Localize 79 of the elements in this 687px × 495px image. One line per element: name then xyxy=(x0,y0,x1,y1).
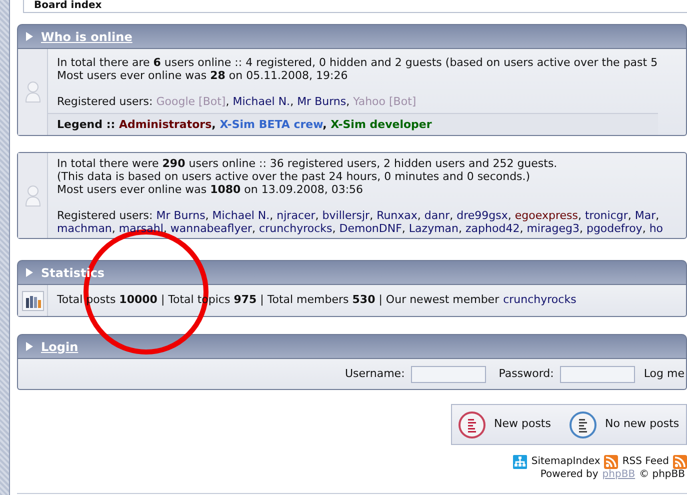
legend-label: Legend :: xyxy=(57,118,116,131)
comma: , xyxy=(520,222,524,235)
group-link[interactable]: X-Sim developer xyxy=(330,118,432,131)
password-field[interactable] xyxy=(560,366,635,382)
comma: , xyxy=(656,209,660,222)
no-new-posts-icon xyxy=(568,410,597,438)
legend-text: No new posts xyxy=(604,416,680,432)
username-link[interactable]: DemonDNF xyxy=(339,222,402,235)
comma: , xyxy=(417,209,421,222)
username-link[interactable]: wannabeaflyer xyxy=(170,222,252,235)
comma: , xyxy=(315,209,319,222)
username-field[interactable] xyxy=(410,366,486,382)
comma: , xyxy=(508,209,512,222)
comma: , xyxy=(252,222,256,235)
rss-icon xyxy=(673,455,687,469)
triangle-icon xyxy=(26,342,33,351)
legend-text: New posts xyxy=(494,416,551,432)
comma: , xyxy=(402,222,406,235)
username-link[interactable]: pgodefroy xyxy=(586,222,642,235)
person-icon xyxy=(24,81,40,103)
username-link[interactable]: Mar xyxy=(634,209,656,222)
copyright-text: © phpBB xyxy=(639,469,685,481)
username-link[interactable]: crunchyrocks xyxy=(259,222,332,235)
username-link[interactable]: egoexpress xyxy=(514,209,578,222)
registered-users-label: Registered users: xyxy=(57,209,153,222)
comma: , xyxy=(112,222,116,235)
info-text: In total there were 290 users online :: 36 registered users, 2 hidden users and 252 guests. xyxy=(57,157,558,170)
username-link[interactable]: bvillersjr xyxy=(322,209,370,222)
username-link[interactable]: Runxax xyxy=(376,209,418,222)
username-link[interactable]: ho xyxy=(649,222,664,235)
info-text: Most users ever online was 28 on 05.11.2008, 19:26 xyxy=(57,69,349,82)
sitemap-link[interactable]: SitemapIndex xyxy=(531,456,600,468)
username-link[interactable]: Mr Burns xyxy=(297,95,346,108)
info-text: (This data is based on users active over the past 24 hours, 0 minutes and 0 seconds.) xyxy=(57,170,532,183)
comma: , xyxy=(290,95,294,108)
rss-feed-link[interactable]: RSS Feed xyxy=(622,456,669,468)
info-text: In total there are 6 users online :: 4 registered, 0 hidden and 2 guests (based on users active over the past 5 xyxy=(57,56,658,69)
username-label: Username: xyxy=(345,366,405,382)
username-link[interactable]: danr xyxy=(424,209,450,222)
comma: , xyxy=(450,209,454,222)
username-link[interactable]: mirageg3 xyxy=(526,222,580,235)
comma: , xyxy=(628,209,632,222)
comma: , xyxy=(212,118,216,131)
info-text: Most users ever online was 1080 on 13.09.2008, 03:56 xyxy=(57,183,364,196)
triangle-icon xyxy=(26,268,33,277)
username-link[interactable]: zaphod42 xyxy=(466,222,520,235)
username-link[interactable]: Michael N. xyxy=(232,95,290,108)
comma: , xyxy=(370,209,374,222)
comma: , xyxy=(458,222,462,235)
registered-users-label: Registered users: xyxy=(57,95,153,108)
comma: , xyxy=(578,209,582,222)
triangle-icon xyxy=(26,32,33,41)
password-label: Password: xyxy=(498,366,554,382)
group-link[interactable]: Administrators xyxy=(118,118,212,131)
powered-by-text: Powered by xyxy=(540,469,598,481)
username-link[interactable]: tronicgr xyxy=(584,209,628,222)
newest-member-link[interactable]: crunchyrocks xyxy=(503,292,576,309)
sitemap-icon xyxy=(513,455,528,469)
bar-chart-icon xyxy=(22,290,44,310)
username-link[interactable]: Michael N. xyxy=(212,209,270,222)
comma: , xyxy=(322,118,327,131)
username-link[interactable]: dre99gsx xyxy=(456,209,508,222)
comma: , xyxy=(579,222,583,235)
username-link[interactable]: njracer xyxy=(276,209,316,222)
comma: , xyxy=(346,95,350,108)
remember-me-label: Log me xyxy=(644,366,685,382)
username-link[interactable]: Lazyman xyxy=(408,222,459,235)
new-posts-icon xyxy=(458,410,486,438)
comma: , xyxy=(270,209,274,222)
username-link[interactable]: Mr Burns xyxy=(156,209,206,222)
comma: , xyxy=(332,222,336,235)
person-icon xyxy=(24,184,40,206)
breadcrumb-link[interactable]: Board index xyxy=(34,0,102,11)
comma: , xyxy=(642,222,646,235)
rss-icon xyxy=(604,455,618,469)
username-link[interactable]: machman xyxy=(57,222,112,235)
group-link[interactable]: X-Sim BETA crew xyxy=(220,118,323,131)
comma: , xyxy=(226,95,230,108)
comma: , xyxy=(205,209,209,222)
